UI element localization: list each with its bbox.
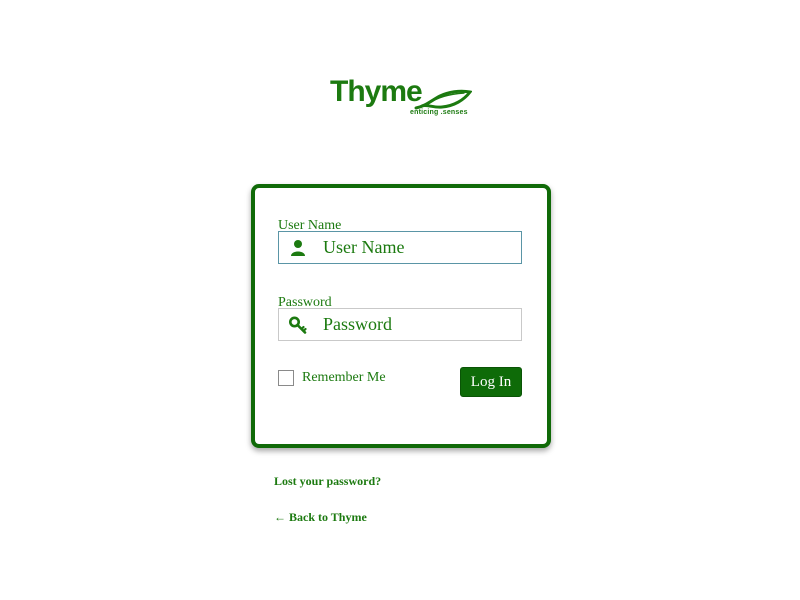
back-to-site-link[interactable]: ← Back to Thyme bbox=[274, 510, 367, 525]
username-input[interactable] bbox=[323, 232, 517, 263]
login-button[interactable]: Log In bbox=[460, 367, 522, 397]
password-field-wrapper[interactable] bbox=[278, 308, 522, 341]
login-form: User Name Password Remember Me Log In bbox=[251, 184, 551, 448]
user-icon bbox=[291, 240, 305, 256]
remember-me-row: Remember Me bbox=[278, 369, 386, 387]
remember-me-checkbox[interactable] bbox=[278, 370, 294, 386]
site-logo[interactable]: Thyme enticing .senses bbox=[328, 72, 472, 124]
lost-password-link[interactable]: Lost your password? bbox=[274, 474, 381, 489]
logo-tagline: enticing .senses bbox=[410, 109, 468, 116]
remember-me-label[interactable]: Remember Me bbox=[302, 370, 386, 386]
key-icon bbox=[289, 316, 307, 334]
logo-wordmark: Thyme bbox=[330, 75, 423, 108]
login-page: Thyme enticing .senses User Name Passwor… bbox=[0, 0, 800, 600]
username-field-wrapper[interactable] bbox=[278, 231, 522, 264]
password-input[interactable] bbox=[323, 309, 517, 340]
